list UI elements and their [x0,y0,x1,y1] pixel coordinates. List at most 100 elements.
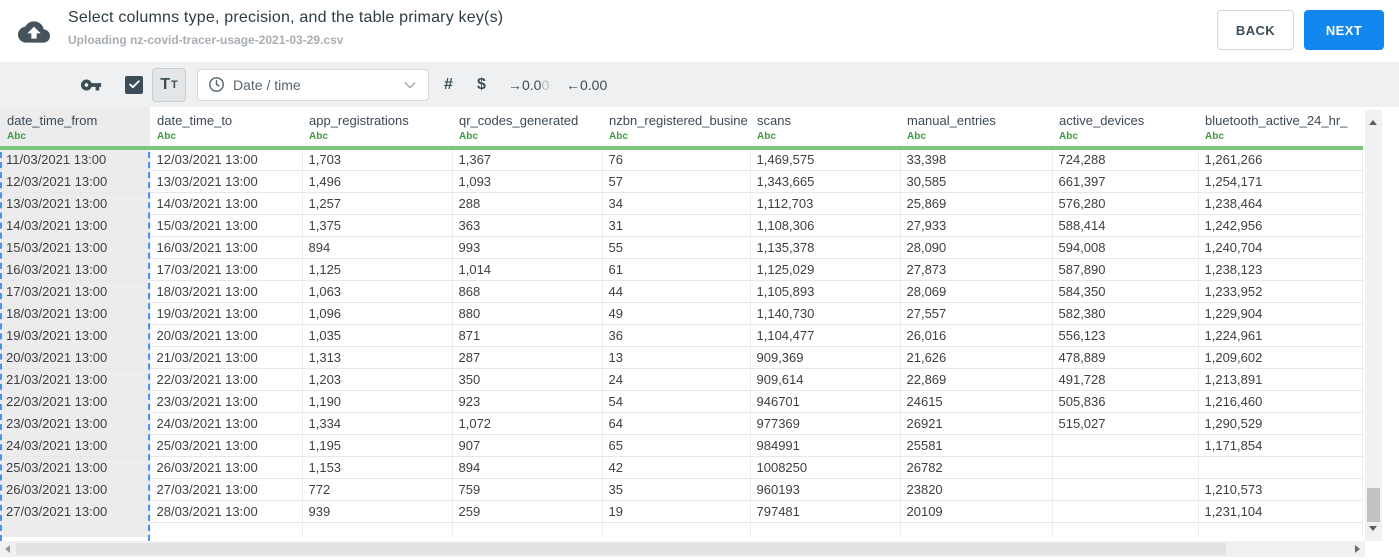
horizontal-scrollbar-thumb[interactable] [16,543,1226,555]
cell[interactable] [900,522,1053,537]
cell[interactable]: 27/03/2021 13:00 [0,500,151,523]
scroll-down-arrow-icon[interactable] [1369,526,1377,531]
include-column-checkbox[interactable] [125,75,143,94]
cell[interactable]: 491,728 [1052,368,1199,391]
cell[interactable] [150,522,303,537]
currency-type-button[interactable]: $ [477,76,486,94]
cell[interactable]: 31 [602,214,751,237]
cell[interactable]: 57 [602,170,751,193]
cell[interactable] [1052,522,1199,537]
next-button[interactable]: NEXT [1304,10,1384,50]
cell[interactable]: 1,195 [302,434,453,457]
cell[interactable]: 1,063 [302,280,453,303]
cell[interactable]: 13/03/2021 13:00 [150,170,303,193]
cell[interactable]: 1,257 [302,192,453,215]
cell[interactable]: 1,240,704 [1198,236,1363,259]
scroll-left-arrow-icon[interactable] [5,545,10,553]
cell[interactable]: 505,836 [1052,390,1199,413]
cell[interactable]: 772 [302,478,453,501]
cell[interactable]: 54 [602,390,751,413]
cell[interactable]: 909,614 [750,368,901,391]
cell[interactable]: 1,072 [452,412,603,435]
cell[interactable]: 1,229,904 [1198,302,1363,325]
cell[interactable]: 42 [602,456,751,479]
column-header-app_registrations[interactable]: app_registrations Abc [302,107,452,150]
cell[interactable]: 22,869 [900,368,1053,391]
cell[interactable]: 1,703 [302,148,453,171]
cell[interactable]: 1,343,665 [750,170,901,193]
cell[interactable]: 26/03/2021 13:00 [0,478,151,501]
cell[interactable]: 1,171,854 [1198,434,1363,457]
cell[interactable]: 1,261,266 [1198,148,1363,171]
cell[interactable]: 977369 [750,412,901,435]
cell[interactable]: 27/03/2021 13:00 [150,478,303,501]
cell[interactable] [1052,478,1199,501]
cell[interactable]: 582,380 [1052,302,1199,325]
cell[interactable]: 26,016 [900,324,1053,347]
cell[interactable]: 20/03/2021 13:00 [0,346,151,369]
cell[interactable]: 24 [602,368,751,391]
cell[interactable]: 984991 [750,434,901,457]
cell[interactable]: 61 [602,258,751,281]
cell[interactable]: 15/03/2021 13:00 [0,236,151,259]
cell[interactable]: 1,334 [302,412,453,435]
cell[interactable] [750,522,901,537]
cell[interactable]: 1,233,952 [1198,280,1363,303]
cell[interactable]: 993 [452,236,603,259]
cell[interactable]: 19 [602,500,751,523]
cell[interactable]: 556,123 [1052,324,1199,347]
cell[interactable]: 35 [602,478,751,501]
cell[interactable]: 23/03/2021 13:00 [0,412,151,435]
cell[interactable]: 12/03/2021 13:00 [0,170,151,193]
cell[interactable]: 1,104,477 [750,324,901,347]
scroll-up-arrow-icon[interactable] [1369,120,1377,125]
column-header-nzbn_registered_busine[interactable]: nzbn_registered_busine Abc [602,107,750,150]
cell[interactable]: 1,014 [452,258,603,281]
cell[interactable]: 65 [602,434,751,457]
cell[interactable]: 1,238,123 [1198,258,1363,281]
cell[interactable]: 1,190 [302,390,453,413]
cell[interactable]: 20/03/2021 13:00 [150,324,303,347]
cell[interactable]: 1,096 [302,302,453,325]
cell[interactable]: 17/03/2021 13:00 [150,258,303,281]
column-header-scans[interactable]: scans Abc [750,107,900,150]
column-header-date_time_from[interactable]: date_time_from Abc [0,107,150,150]
cell[interactable]: 584,350 [1052,280,1199,303]
cell[interactable]: 14/03/2021 13:00 [0,214,151,237]
cell[interactable]: 1,375 [302,214,453,237]
cell[interactable]: 259 [452,500,603,523]
cell[interactable] [1052,456,1199,479]
increase-decimal-button[interactable]: →0.0 0 [508,77,549,93]
cell[interactable]: 587,890 [1052,258,1199,281]
scroll-right-arrow-icon[interactable] [1355,545,1360,553]
cell[interactable]: 909,369 [750,346,901,369]
cell[interactable]: 894 [452,456,603,479]
cell[interactable]: 287 [452,346,603,369]
column-type-dropdown[interactable]: Date / time [197,68,429,101]
cell[interactable]: 1,135,378 [750,236,901,259]
cell[interactable]: 350 [452,368,603,391]
back-button[interactable]: BACK [1217,10,1294,50]
cell[interactable]: 20109 [900,500,1053,523]
cell[interactable]: 1,231,104 [1198,500,1363,523]
cell[interactable]: 13 [602,346,751,369]
cell[interactable]: 588,414 [1052,214,1199,237]
cell[interactable]: 26921 [900,412,1053,435]
cell[interactable]: 1,367 [452,148,603,171]
cell[interactable]: 55 [602,236,751,259]
cell[interactable]: 724,288 [1052,148,1199,171]
cell[interactable]: 22/03/2021 13:00 [0,390,151,413]
cell[interactable]: 19/03/2021 13:00 [150,302,303,325]
cell[interactable]: 44 [602,280,751,303]
cell[interactable]: 1,313 [302,346,453,369]
cell[interactable]: 939 [302,500,453,523]
cell[interactable]: 1,209,602 [1198,346,1363,369]
cell[interactable]: 946701 [750,390,901,413]
cell[interactable]: 64 [602,412,751,435]
cell[interactable]: 24/03/2021 13:00 [0,434,151,457]
cell[interactable]: 24615 [900,390,1053,413]
cell[interactable]: 960193 [750,478,901,501]
cell[interactable]: 1,496 [302,170,453,193]
cell[interactable]: 1,210,573 [1198,478,1363,501]
cell[interactable]: 33,398 [900,148,1053,171]
